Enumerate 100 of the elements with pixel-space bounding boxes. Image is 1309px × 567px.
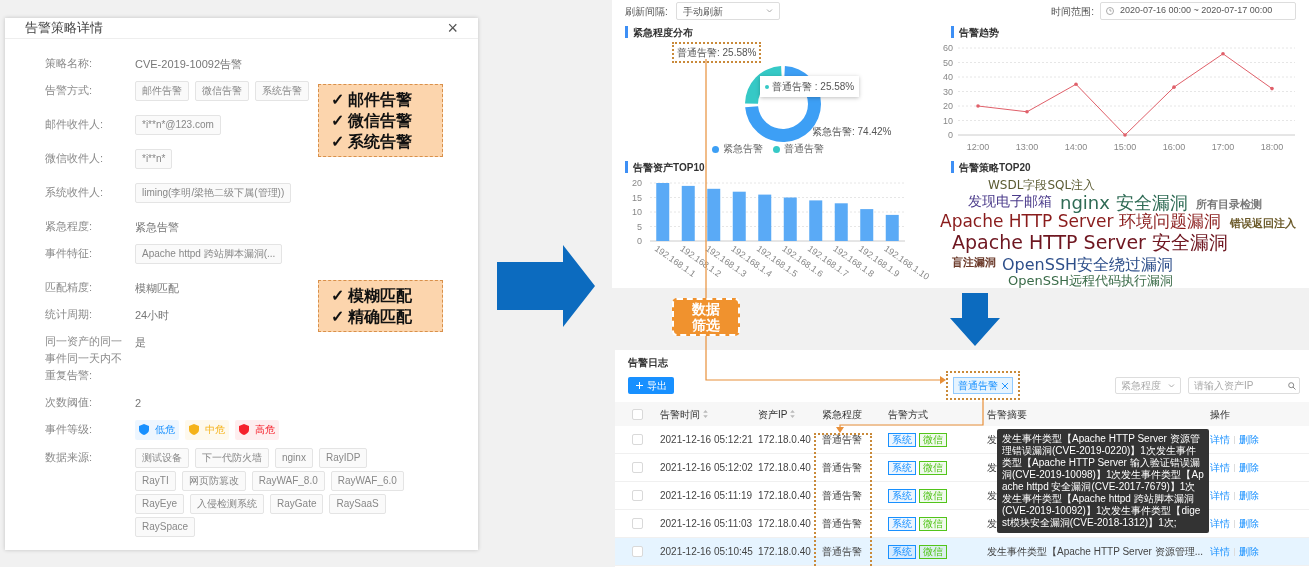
title-accent <box>951 26 954 38</box>
action-link[interactable]: 详情 <box>1210 516 1230 531</box>
action-link[interactable]: 删除 <box>1239 488 1259 503</box>
cloud-word: nginx 安全漏洞 <box>1060 194 1188 212</box>
axis-tick-label: 30 <box>943 86 953 97</box>
table-cell-text: 2021-12-16 05:11:19 <box>660 489 754 503</box>
tag: 邮件告警 <box>135 80 189 101</box>
tag: 入侵检测系统 <box>190 493 264 514</box>
action-link[interactable]: 删除 <box>1239 460 1259 475</box>
table-cell-text: 2021-12-16 05:12:02 <box>660 461 754 475</box>
axis-tick-label: 10 <box>943 115 953 126</box>
field-label: 次数阈值: <box>45 395 94 410</box>
sort-icon[interactable] <box>790 410 796 418</box>
axis-tick-label: 14:00 <box>1064 142 1088 152</box>
checkbox[interactable] <box>632 490 643 501</box>
action-link[interactable]: 删除 <box>1239 544 1259 559</box>
axis-tick-label: 12:00 <box>966 142 990 152</box>
table-cell-text: 发生事件类型【Apache HTTP Server 资源管理... <box>987 545 1203 559</box>
legend-dot-icon <box>773 145 780 153</box>
action-link[interactable]: 详情 <box>1210 488 1230 503</box>
action-link[interactable]: 删除 <box>1239 432 1259 447</box>
title-accent <box>625 26 628 38</box>
bar <box>732 191 746 241</box>
legend-item: 紧急告警 <box>712 143 763 155</box>
table-cell-text: 普通告警 <box>822 433 863 447</box>
chart-tooltip: 普通告警 : 25.58% <box>760 76 860 97</box>
column-header[interactable]: 资产IP <box>758 406 796 422</box>
table-cell-text: 普通告警 <box>822 489 863 503</box>
title-accent <box>625 161 628 173</box>
column-header[interactable]: 告警时间 <box>660 406 708 422</box>
callout-text: ✓ 微信告警 <box>331 111 414 131</box>
down-arrow-icon <box>950 293 1000 346</box>
field-label: 策略名称: <box>45 56 94 71</box>
highlight-label: 普通告警: 25.58% <box>672 42 762 63</box>
chevron-down-icon <box>1168 383 1175 388</box>
tag: nginx <box>275 447 313 468</box>
tag: RayEye <box>135 493 184 514</box>
tag: liming(李明/梁艳二级下属(管理)) <box>135 182 292 203</box>
axis-tick-label: 50 <box>943 57 953 68</box>
axis-tick-label: 60 <box>943 43 953 53</box>
table-cell-text: 172.18.0.40 <box>758 461 812 475</box>
data-point <box>1270 86 1274 91</box>
axis-tick-label: 20 <box>943 101 953 111</box>
close-button[interactable]: × <box>447 18 458 37</box>
action-link[interactable]: 删除 <box>1239 516 1259 531</box>
table-cell-text: 普通告警 <box>822 545 863 559</box>
checkbox[interactable] <box>632 434 643 445</box>
tooltip: 发生事件类型【Apache HTTP Server 资源管理错误漏洞(CVE-2019-0220)】1次发生事件类型【Apache HTTP Server 输入验证错误漏洞(CVE-2019-10098)】1次发生事件类型【Apache httpd 安全漏洞(CVE-2017-7679)】1次发生事件类型【Apache httpd 跨站脚本漏洞(CVE-2019-10092)】1次发生事件类型【digest模块安全漏洞(CVE-2018-1312)】1次; <box>997 429 1209 533</box>
column-header[interactable]: 紧急程度 <box>822 406 862 422</box>
sort-icon[interactable] <box>703 410 708 418</box>
tag: RaySaaS <box>329 493 386 514</box>
column-header[interactable]: 操作 <box>1210 406 1230 422</box>
filter-chip[interactable]: 普通告警 <box>953 377 1013 394</box>
table-cell-text: 172.18.0.40 <box>758 545 812 559</box>
data-point <box>976 104 980 108</box>
bar <box>783 197 797 241</box>
column-header[interactable]: 告警摘要 <box>987 406 1027 422</box>
field-label: 事件等级: <box>45 422 94 437</box>
field-value: 紧急告警 <box>135 219 179 235</box>
table-cell-text: 172.18.0.40 <box>758 433 812 447</box>
date-range-field[interactable]: 2020-07-16 00:00 ~ 2020-07-17 00:00 <box>1100 2 1296 20</box>
action-link[interactable]: 详情 <box>1210 460 1230 475</box>
panel-title: 告警日志 <box>628 356 669 369</box>
level-select[interactable]: 紧急程度 <box>1115 377 1181 394</box>
axis-tick-label: 0 <box>948 130 953 140</box>
checkbox[interactable] <box>632 408 643 420</box>
cloud-word: 发现电子邮箱 <box>968 194 1052 208</box>
column-header[interactable]: 告警方式 <box>888 406 928 422</box>
action-link[interactable]: 详情 <box>1210 544 1230 559</box>
axis-tick-label: 18:00 <box>1260 142 1284 152</box>
bar <box>885 214 899 241</box>
table-cell-text: 172.18.0.40 <box>758 517 812 531</box>
level-badge: 高危 <box>235 419 279 440</box>
tag: 系统告警 <box>255 80 309 101</box>
table-cell-text: 2021-12-16 05:11:03 <box>660 517 754 531</box>
field-label: 时间范围: <box>1051 4 1094 19</box>
close-icon[interactable] <box>1002 382 1008 389</box>
method-tag: 系统 <box>888 432 916 447</box>
axis-tick-label: 13:00 <box>1015 142 1039 152</box>
axis-tick-label: 5 <box>637 221 642 232</box>
callout-text: ✓ 精确匹配 <box>331 307 414 327</box>
data-point <box>1074 82 1078 87</box>
field-label: 同一资产的同一事件同一天内不重复告警: <box>45 334 123 383</box>
search-field[interactable]: 请输入资产IP <box>1188 377 1300 394</box>
table-cell-text: 发 <box>987 517 997 531</box>
field-label: 数据来源: <box>45 450 94 465</box>
export-button[interactable]: 导出 <box>628 377 674 394</box>
method-tag: 微信 <box>919 544 947 559</box>
checkbox[interactable] <box>632 462 643 473</box>
action-link[interactable]: 详情 <box>1210 432 1230 447</box>
field-label: 匹配精度: <box>45 280 94 295</box>
tag: RayWAF_6.0 <box>330 470 404 491</box>
checkbox[interactable] <box>632 546 643 557</box>
refresh-select[interactable]: 手动刷新 <box>675 2 780 20</box>
cloud-word: OpenSSH安全绕过漏洞 <box>1002 257 1174 273</box>
search-icon <box>1288 381 1296 390</box>
data-point <box>1123 133 1127 137</box>
checkbox[interactable] <box>632 518 643 529</box>
method-tag: 系统 <box>888 488 916 503</box>
tag: RayWAF_8.0 <box>251 470 325 491</box>
